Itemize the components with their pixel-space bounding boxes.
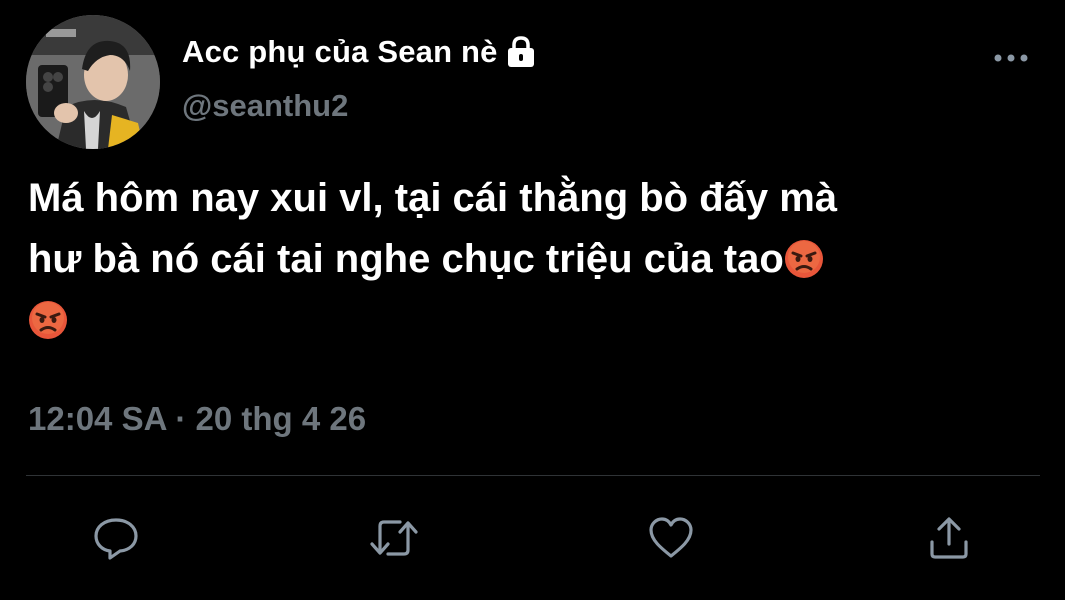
tweet-text-line-1: Má hôm nay xui vl, tại cái thằng bò đấy … bbox=[28, 176, 838, 220]
angry-face-emoji bbox=[784, 236, 824, 278]
reply-button[interactable] bbox=[88, 510, 144, 566]
avatar-photo bbox=[26, 15, 160, 149]
user-handle[interactable]: @seanthu2 bbox=[182, 88, 348, 124]
tweet-text-line-2-text: hư bà nó cái tai nghe chục triệu của tao bbox=[28, 237, 784, 281]
tweet-text-line-3 bbox=[28, 290, 1058, 351]
reply-icon bbox=[94, 518, 138, 560]
divider bbox=[26, 475, 1040, 476]
avatar[interactable] bbox=[26, 15, 160, 149]
display-name-text: Acc phụ của Sean nè bbox=[182, 34, 498, 69]
tweet-text: Má hôm nay xui vl, tại cái thằng bò đấy … bbox=[28, 168, 1058, 351]
like-button[interactable] bbox=[643, 510, 699, 566]
share-button[interactable] bbox=[921, 510, 977, 566]
share-icon bbox=[930, 517, 968, 559]
retweet-button[interactable] bbox=[366, 510, 422, 566]
display-name[interactable]: Acc phụ của Sean nè bbox=[182, 30, 538, 74]
angry-face-emoji bbox=[28, 297, 68, 339]
retweet-icon bbox=[370, 520, 418, 556]
tweet-text-line-2: hư bà nó cái tai nghe chục triệu của tao bbox=[28, 229, 1058, 290]
heart-icon bbox=[649, 517, 693, 558]
more-options-icon[interactable] bbox=[992, 48, 1030, 68]
lock-icon bbox=[504, 35, 538, 69]
tweet-timestamp[interactable]: 12:04 SA · 20 thg 4 26 bbox=[28, 400, 366, 438]
